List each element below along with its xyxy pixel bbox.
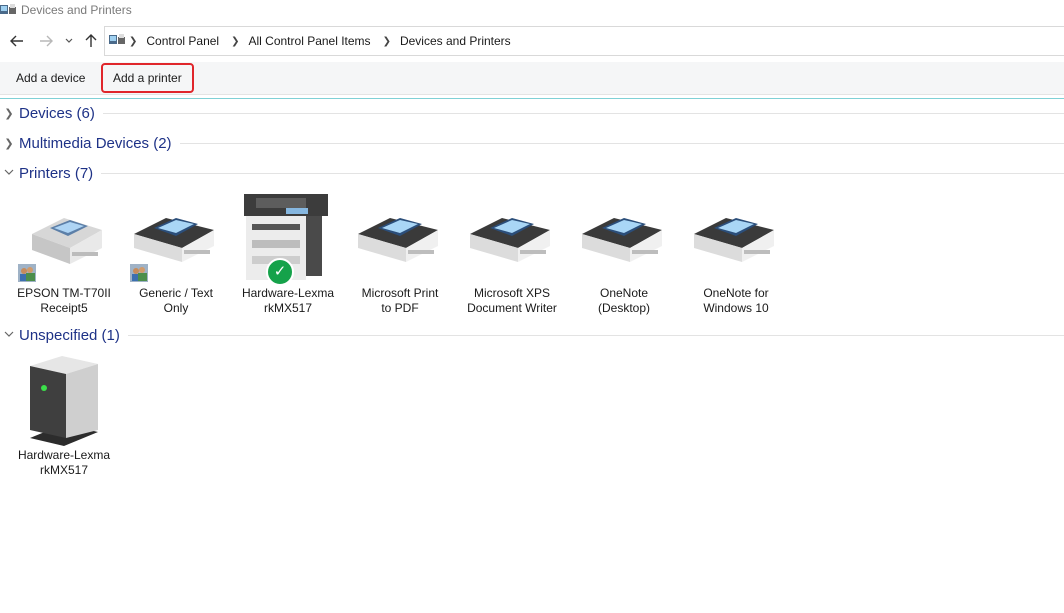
add-device-button[interactable]: Add a device (16, 62, 85, 94)
add-printer-button[interactable]: Add a printer (101, 63, 194, 93)
arrow-up-icon (85, 34, 97, 47)
recent-locations-button[interactable] (59, 26, 79, 56)
up-button[interactable] (80, 26, 102, 56)
item-label-line1: Hardware-Lexma (17, 448, 111, 462)
item-label-line2: Receipt5 (40, 301, 88, 315)
group-title: Unspecified (1) (19, 326, 120, 344)
window-title: Devices and Printers (21, 3, 132, 17)
printer-item[interactable]: Generic / Text Only (124, 190, 228, 316)
item-label-line1: OneNote (599, 286, 649, 300)
address-bar[interactable]: ❯ Control Panel ❯ All Control Panel Item… (104, 26, 1064, 56)
group-title: Printers (7) (19, 164, 94, 182)
chevron-right-icon[interactable]: ❯ (0, 137, 18, 150)
breadcrumb-devices-printers[interactable]: Devices and Printers (400, 34, 511, 48)
server-box-icon (30, 356, 98, 446)
navigation-bar: ❯ Control Panel ❯ All Control Panel Item… (0, 26, 1064, 56)
shared-users-icon (130, 264, 148, 282)
printer-item[interactable]: OneNote (Desktop) (572, 190, 676, 316)
breadcrumb-control-panel[interactable]: Control Panel (146, 34, 219, 48)
item-label-line1: Microsoft XPS (473, 286, 551, 300)
chevron-right-icon[interactable]: ❯ (129, 36, 137, 47)
item-label-line2: Windows 10 (703, 301, 769, 315)
group-title: Multimedia Devices (2) (19, 134, 172, 152)
item-label-line2: (Desktop) (597, 301, 650, 315)
divider (127, 334, 1064, 336)
printer-item[interactable]: Microsoft Print to PDF (348, 190, 452, 316)
group-title: Devices (6) (19, 104, 95, 122)
divider (101, 172, 1064, 174)
forward-button[interactable] (35, 26, 57, 56)
devices-printers-icon (109, 34, 125, 44)
divider (102, 112, 1064, 114)
item-label-line1: Hardware-Lexma (241, 286, 335, 300)
arrow-left-icon (10, 35, 23, 47)
item-label-line1: Microsoft Print (361, 286, 439, 300)
chevron-down-icon[interactable] (0, 167, 18, 179)
item-label-line1: OneNote for (703, 286, 769, 300)
item-label-line2: Document Writer (467, 301, 557, 315)
printer-icon (694, 218, 774, 262)
item-label-line1: EPSON TM-T70II (17, 286, 111, 300)
group-printers[interactable]: Printers (7) (0, 161, 1064, 185)
command-bar: Add a device Add a printer (0, 62, 1064, 95)
chevron-right-icon[interactable]: ❯ (383, 36, 391, 47)
group-unspecified[interactable]: Unspecified (1) (0, 323, 1064, 347)
shared-users-icon (18, 264, 36, 282)
devices-printers-icon (0, 4, 16, 14)
default-printer-check-icon: ✓ (266, 258, 294, 286)
divider (179, 142, 1064, 144)
title-bar: Devices and Printers (0, 0, 1064, 22)
chevron-right-icon[interactable]: ❯ (231, 36, 239, 47)
arrow-right-icon (40, 35, 53, 47)
breadcrumb: ❯ Control Panel ❯ All Control Panel Item… (129, 27, 523, 55)
printer-item[interactable]: OneNote for Windows 10 (684, 190, 788, 316)
printer-icon (470, 218, 550, 262)
breadcrumb-all-items[interactable]: All Control Panel Items (249, 34, 371, 48)
printer-item[interactable]: ✓ Hardware-Lexma rkMX517 (236, 190, 340, 316)
item-label-line2: rkMX517 (263, 301, 313, 315)
printer-icon (582, 218, 662, 262)
item-label-line2: to PDF (381, 301, 419, 315)
chevron-right-icon[interactable]: ❯ (0, 107, 18, 120)
group-devices[interactable]: ❯ Devices (6) (0, 101, 1064, 125)
printer-item[interactable]: EPSON TM-T70II Receipt5 (12, 190, 116, 316)
item-label-line2: Only (163, 301, 189, 315)
item-label-line1: Generic / Text (139, 286, 213, 300)
item-label-line2: rkMX517 (39, 463, 89, 477)
back-button[interactable] (6, 26, 28, 56)
printer-icon (358, 218, 438, 262)
printer-item[interactable]: Microsoft XPS Document Writer (460, 190, 564, 316)
chevron-down-icon[interactable] (0, 329, 18, 341)
divider (0, 98, 1064, 99)
group-multimedia-devices[interactable]: ❯ Multimedia Devices (2) (0, 131, 1064, 155)
device-item[interactable]: Hardware-Lexma rkMX517 (12, 352, 116, 478)
chevron-down-icon (65, 38, 73, 43)
